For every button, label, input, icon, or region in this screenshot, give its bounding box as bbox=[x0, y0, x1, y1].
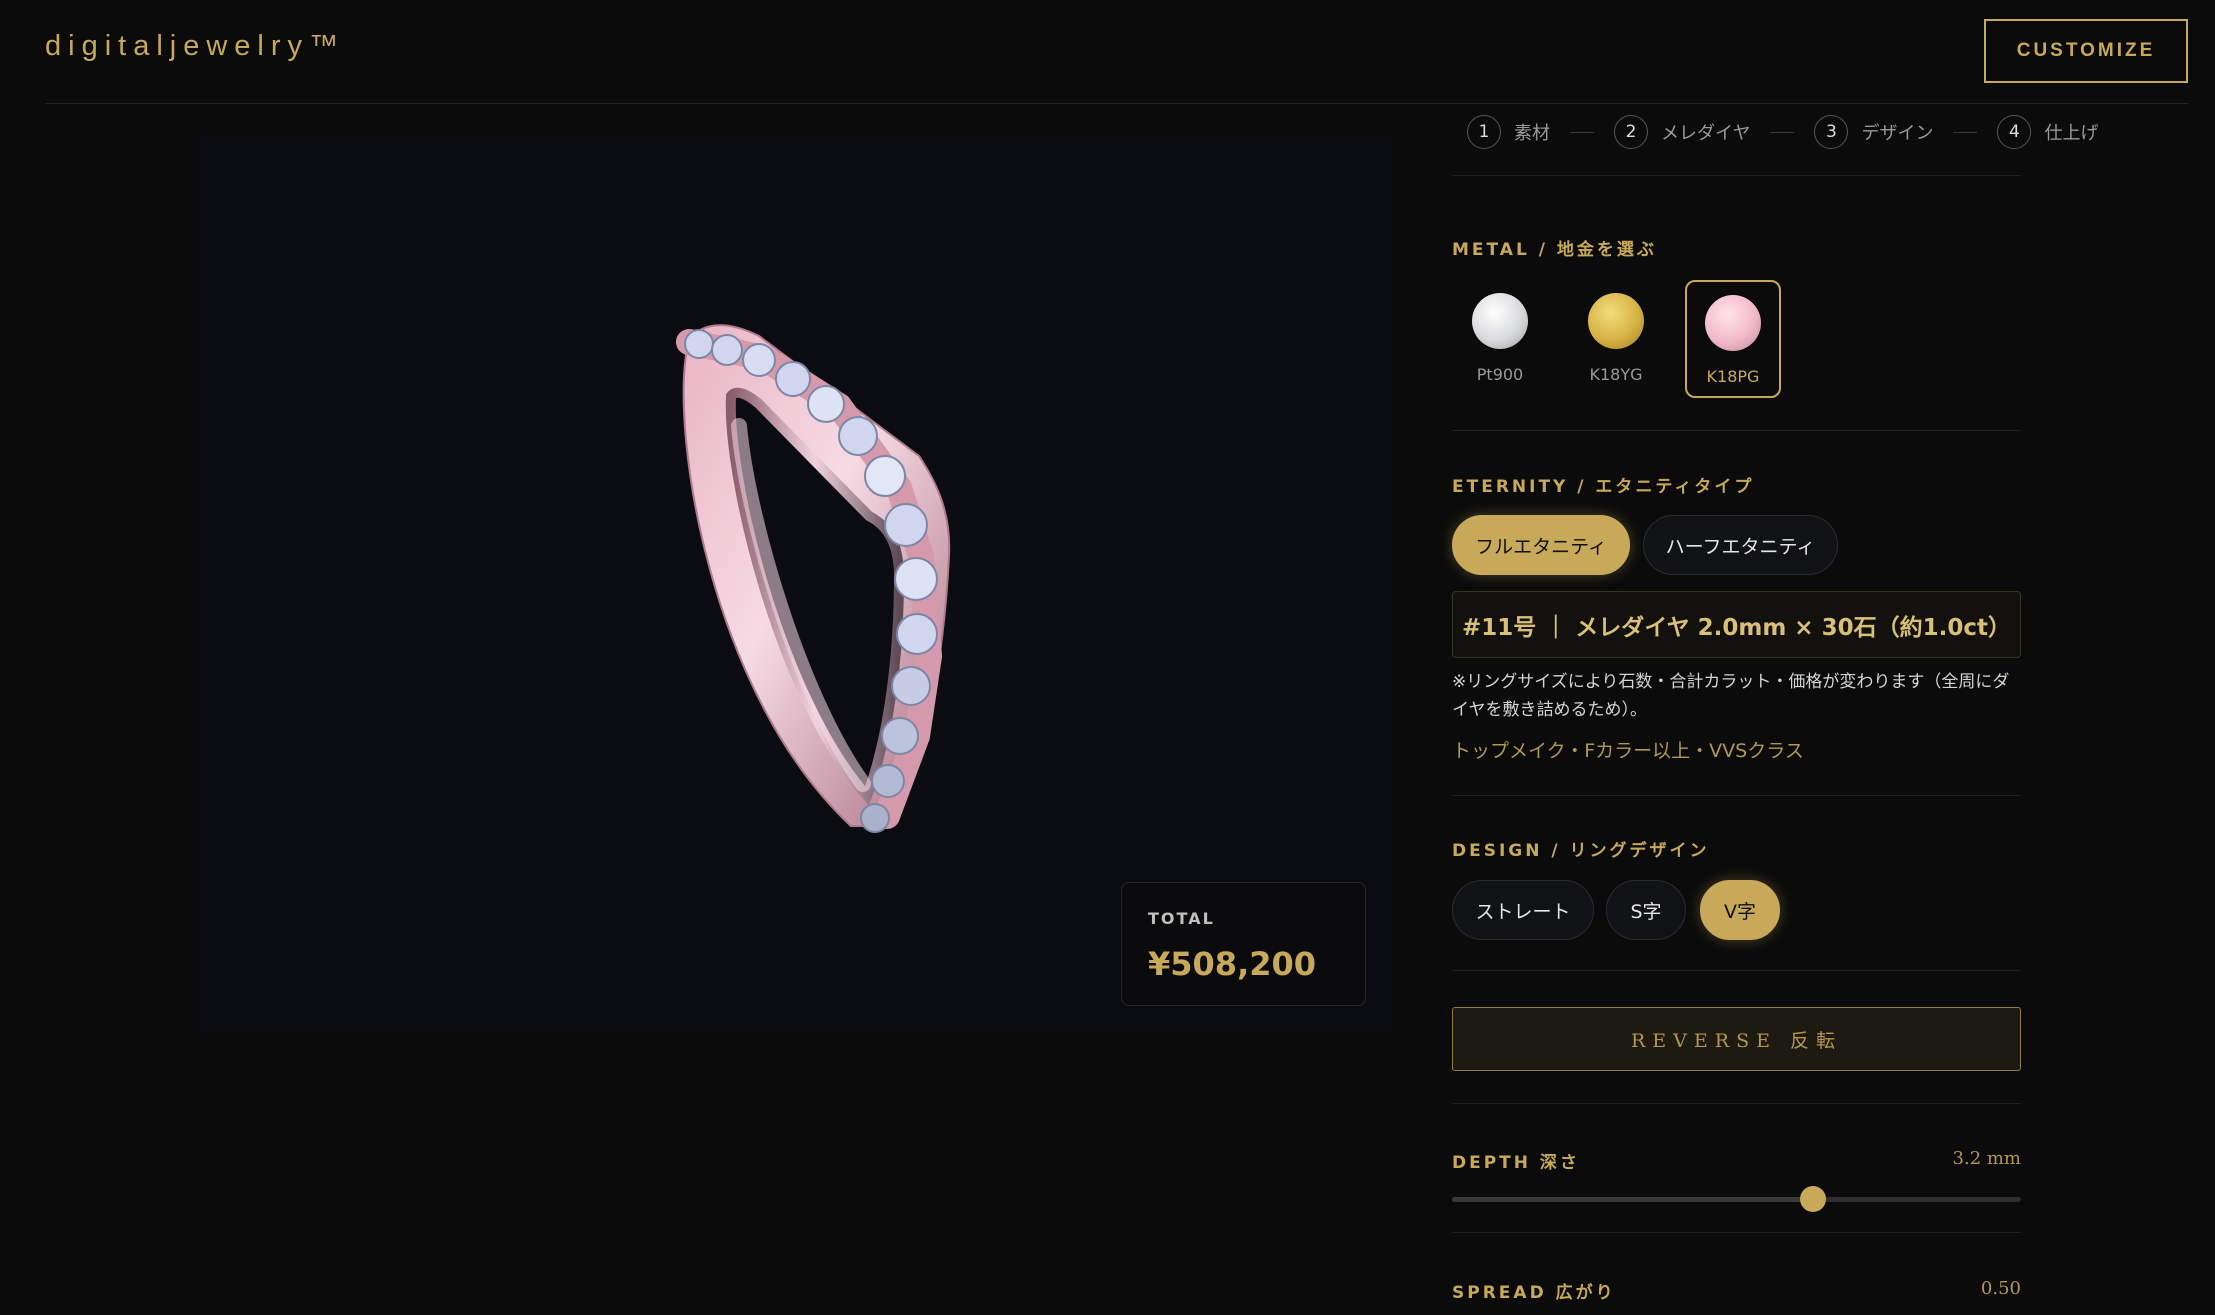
customize-button[interactable]: CUSTOMIZE bbox=[1984, 19, 2188, 83]
header-divider bbox=[45, 103, 2188, 104]
depth-slider-thumb[interactable] bbox=[1800, 1186, 1827, 1212]
pt900-swatch bbox=[1472, 293, 1528, 349]
half-eternity-button[interactable]: ハーフエタニティ bbox=[1643, 515, 1838, 575]
header: digitaljewelry™ CUSTOMIZE bbox=[0, 0, 2215, 104]
total-label: TOTAL bbox=[1148, 909, 1215, 928]
spread-section-title: SPREAD 広がり bbox=[1452, 1283, 1616, 1303]
brand-logo[interactable]: digitaljewelry™ bbox=[45, 30, 345, 63]
metal-option-k18pg[interactable]: K18PG bbox=[1685, 280, 1781, 398]
depth-section-title: DEPTH 深さ bbox=[1452, 1153, 1580, 1173]
spread-value: 0.50 bbox=[1980, 1278, 2021, 1299]
total-price-card: TOTAL ¥508,200 bbox=[1121, 882, 1366, 1006]
panel-divider bbox=[1452, 1232, 2021, 1233]
step-melee-diamond[interactable]: 2 メレダイヤ bbox=[1614, 115, 1750, 149]
size-note: ※リングサイズにより石数・合計カラット・価格が変わります（全周にダイヤを敷き詰め… bbox=[1452, 672, 2010, 720]
step-separator bbox=[1570, 131, 1594, 133]
ring-3d-viewer[interactable]: TOTAL ¥508,200 bbox=[199, 136, 1391, 1030]
diamond-spec: トップメイク・Fカラー以上・VVSクラス bbox=[1452, 740, 1804, 762]
step-label: デザイン bbox=[1861, 123, 1934, 144]
step-finish[interactable]: 4 仕上げ bbox=[1997, 115, 2098, 149]
step-design[interactable]: 3 デザイン bbox=[1814, 115, 1933, 149]
metal-option-k18yg[interactable]: K18YG bbox=[1568, 280, 1664, 398]
depth-slider-track[interactable] bbox=[1452, 1186, 2021, 1212]
panel-divider bbox=[1452, 1103, 2021, 1104]
panel-divider bbox=[1452, 430, 2021, 431]
step-separator bbox=[1953, 131, 1978, 133]
step-progress: 1 素材 2 メレダイヤ 3 デザイン 4 仕上げ bbox=[1467, 114, 2098, 150]
step-label: メレダイヤ bbox=[1661, 123, 1751, 144]
full-eternity-button[interactable]: フルエタニティ bbox=[1452, 515, 1630, 575]
metal-option-pt900[interactable]: Pt900 bbox=[1452, 280, 1548, 398]
metal-section-title: METAL / 地金を選ぶ bbox=[1452, 240, 1657, 260]
step-number: 1 bbox=[1467, 115, 1501, 149]
step-number: 2 bbox=[1614, 115, 1648, 149]
eternity-section-title: ETERNITY / エタニティタイプ bbox=[1452, 477, 1755, 497]
design-s-curve-button[interactable]: S字 bbox=[1606, 880, 1686, 940]
stone-info-box: #11号 ｜ メレダイヤ 2.0mm × 30石（約1.0ct） bbox=[1452, 591, 2021, 658]
panel-divider bbox=[1452, 970, 2021, 971]
step-number: 3 bbox=[1814, 115, 1849, 149]
design-v-shape-button[interactable]: V字 bbox=[1700, 880, 1780, 940]
reverse-button[interactable]: REVERSE 反転 bbox=[1452, 1007, 2021, 1071]
step-separator bbox=[1770, 131, 1795, 133]
depth-value: 3.2 mm bbox=[1952, 1148, 2021, 1169]
k18pg-swatch bbox=[1705, 295, 1761, 351]
k18yg-swatch bbox=[1588, 293, 1644, 349]
design-straight-button[interactable]: ストレート bbox=[1452, 880, 1594, 940]
total-price: ¥508,200 bbox=[1148, 945, 1317, 983]
step-label: 素材 bbox=[1514, 123, 1550, 144]
step-number: 4 bbox=[1997, 115, 2032, 149]
depth-slider-fill bbox=[1452, 1197, 1814, 1202]
panel-divider bbox=[1452, 175, 2021, 176]
panel-divider bbox=[1452, 795, 2021, 796]
design-section-title: DESIGN / リングデザイン bbox=[1452, 841, 1710, 861]
step-label: 仕上げ bbox=[2044, 123, 2099, 144]
step-materials[interactable]: 1 素材 bbox=[1467, 115, 1550, 149]
metal-label: K18PG bbox=[1706, 367, 1760, 386]
metal-label: Pt900 bbox=[1476, 365, 1524, 384]
metal-label: K18YG bbox=[1589, 365, 1643, 384]
